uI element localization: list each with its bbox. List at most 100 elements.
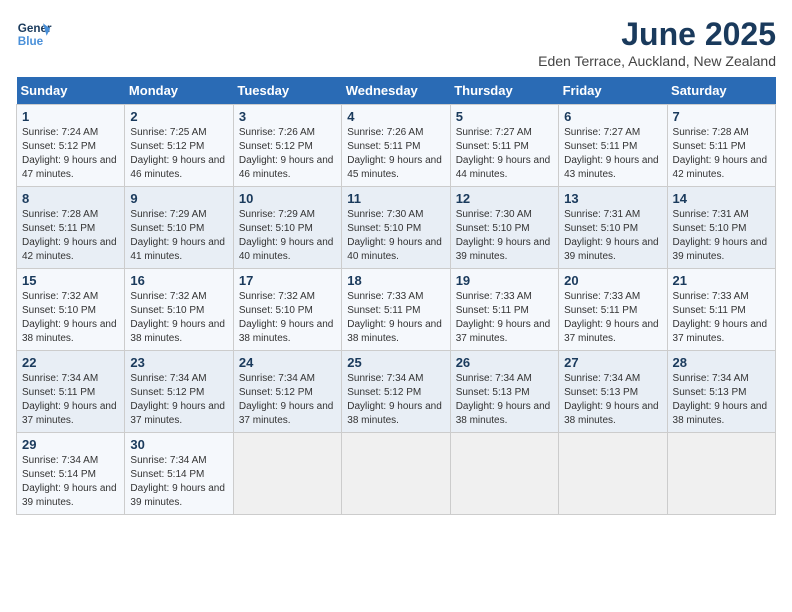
- day-sun-info: Sunrise: 7:33 AMSunset: 5:11 PMDaylight:…: [564, 290, 661, 346]
- calendar-table: SundayMondayTuesdayWednesdayThursdayFrid…: [16, 77, 776, 515]
- logo-icon: General Blue: [16, 16, 52, 52]
- day-sun-info: Sunrise: 7:34 AMSunset: 5:13 PMDaylight:…: [564, 372, 661, 428]
- calendar-day-cell: 20 Sunrise: 7:33 AMSunset: 5:11 PMDayligh…: [559, 269, 667, 351]
- day-sun-info: Sunrise: 7:33 AMSunset: 5:11 PMDaylight:…: [456, 290, 553, 346]
- day-number: 9: [130, 191, 227, 206]
- day-number: 29: [22, 437, 119, 452]
- calendar-day-cell: 19 Sunrise: 7:33 AMSunset: 5:11 PMDayligh…: [450, 269, 558, 351]
- day-number: 4: [347, 109, 444, 124]
- day-sun-info: Sunrise: 7:27 AMSunset: 5:11 PMDaylight:…: [456, 126, 553, 182]
- day-number: 1: [22, 109, 119, 124]
- calendar-week-row: 15 Sunrise: 7:32 AMSunset: 5:10 PMDayligh…: [17, 269, 776, 351]
- month-year-title: June 2025: [538, 16, 776, 53]
- day-sun-info: Sunrise: 7:34 AMSunset: 5:13 PMDaylight:…: [673, 372, 770, 428]
- calendar-day-cell: 30 Sunrise: 7:34 AMSunset: 5:14 PMDayligh…: [125, 433, 233, 515]
- day-sun-info: Sunrise: 7:27 AMSunset: 5:11 PMDaylight:…: [564, 126, 661, 182]
- svg-text:Blue: Blue: [18, 35, 44, 48]
- calendar-day-cell: 21 Sunrise: 7:33 AMSunset: 5:11 PMDayligh…: [667, 269, 775, 351]
- day-number: 27: [564, 355, 661, 370]
- day-number: 21: [673, 273, 770, 288]
- location-subtitle: Eden Terrace, Auckland, New Zealand: [538, 53, 776, 69]
- calendar-day-cell: [667, 433, 775, 515]
- day-number: 30: [130, 437, 227, 452]
- calendar-day-cell: 22Sunrise: 7:34 AMSunset: 5:11 PMDayligh…: [17, 351, 125, 433]
- calendar-day-cell: 11 Sunrise: 7:30 AMSunset: 5:10 PMDayligh…: [342, 187, 450, 269]
- day-number: 2: [130, 109, 227, 124]
- calendar-day-cell: 15 Sunrise: 7:32 AMSunset: 5:10 PMDayligh…: [17, 269, 125, 351]
- day-number: 13: [564, 191, 661, 206]
- calendar-day-cell: 5Sunrise: 7:27 AMSunset: 5:11 PMDaylight…: [450, 105, 558, 187]
- calendar-day-cell: 8 Sunrise: 7:28 AMSunset: 5:11 PMDaylight…: [17, 187, 125, 269]
- calendar-day-cell: 24Sunrise: 7:34 AMSunset: 5:12 PMDayligh…: [233, 351, 341, 433]
- day-number: 22: [22, 355, 119, 370]
- day-number: 15: [22, 273, 119, 288]
- day-number: 17: [239, 273, 336, 288]
- calendar-day-cell: 25Sunrise: 7:34 AMSunset: 5:12 PMDayligh…: [342, 351, 450, 433]
- calendar-day-cell: 7 Sunrise: 7:28 AMSunset: 5:11 PMDaylight…: [667, 105, 775, 187]
- day-sun-info: Sunrise: 7:32 AMSunset: 5:10 PMDaylight:…: [22, 290, 119, 346]
- day-sun-info: Sunrise: 7:31 AMSunset: 5:10 PMDaylight:…: [673, 208, 770, 264]
- day-number: 14: [673, 191, 770, 206]
- calendar-day-cell: 29 Sunrise: 7:34 AMSunset: 5:14 PMDayligh…: [17, 433, 125, 515]
- day-sun-info: Sunrise: 7:26 AMSunset: 5:12 PMDaylight:…: [239, 126, 336, 182]
- day-sun-info: Sunrise: 7:31 AMSunset: 5:10 PMDaylight:…: [564, 208, 661, 264]
- calendar-day-cell: 14 Sunrise: 7:31 AMSunset: 5:10 PMDayligh…: [667, 187, 775, 269]
- day-number: 6: [564, 109, 661, 124]
- day-number: 19: [456, 273, 553, 288]
- day-sun-info: Sunrise: 7:33 AMSunset: 5:11 PMDaylight:…: [673, 290, 770, 346]
- day-sun-info: Sunrise: 7:34 AMSunset: 5:14 PMDaylight:…: [130, 454, 227, 510]
- calendar-day-cell: [450, 433, 558, 515]
- calendar-day-cell: 6 Sunrise: 7:27 AMSunset: 5:11 PMDaylight…: [559, 105, 667, 187]
- day-sun-info: Sunrise: 7:26 AMSunset: 5:11 PMDaylight:…: [347, 126, 444, 182]
- day-sun-info: Sunrise: 7:29 AMSunset: 5:10 PMDaylight:…: [239, 208, 336, 264]
- day-number: 3: [239, 109, 336, 124]
- day-number: 25: [347, 355, 444, 370]
- calendar-day-cell: 1 Sunrise: 7:24 AMSunset: 5:12 PMDaylight…: [17, 105, 125, 187]
- day-number: 18: [347, 273, 444, 288]
- weekday-header-friday: Friday: [559, 77, 667, 105]
- day-sun-info: Sunrise: 7:34 AMSunset: 5:13 PMDaylight:…: [456, 372, 553, 428]
- day-sun-info: Sunrise: 7:28 AMSunset: 5:11 PMDaylight:…: [673, 126, 770, 182]
- calendar-day-cell: 13 Sunrise: 7:31 AMSunset: 5:10 PMDayligh…: [559, 187, 667, 269]
- weekday-header-row: SundayMondayTuesdayWednesdayThursdayFrid…: [17, 77, 776, 105]
- weekday-header-wednesday: Wednesday: [342, 77, 450, 105]
- day-sun-info: Sunrise: 7:30 AMSunset: 5:10 PMDaylight:…: [456, 208, 553, 264]
- day-number: 24: [239, 355, 336, 370]
- calendar-week-row: 8 Sunrise: 7:28 AMSunset: 5:11 PMDaylight…: [17, 187, 776, 269]
- day-number: 8: [22, 191, 119, 206]
- header: General Blue June 2025 Eden Terrace, Auc…: [16, 16, 776, 69]
- calendar-day-cell: 3 Sunrise: 7:26 AMSunset: 5:12 PMDaylight…: [233, 105, 341, 187]
- day-number: 11: [347, 191, 444, 206]
- weekday-header-tuesday: Tuesday: [233, 77, 341, 105]
- calendar-day-cell: [559, 433, 667, 515]
- day-number: 28: [673, 355, 770, 370]
- calendar-day-cell: 23Sunrise: 7:34 AMSunset: 5:12 PMDayligh…: [125, 351, 233, 433]
- title-area: June 2025 Eden Terrace, Auckland, New Ze…: [538, 16, 776, 69]
- calendar-week-row: 1 Sunrise: 7:24 AMSunset: 5:12 PMDaylight…: [17, 105, 776, 187]
- calendar-day-cell: [342, 433, 450, 515]
- day-sun-info: Sunrise: 7:32 AMSunset: 5:10 PMDaylight:…: [130, 290, 227, 346]
- day-number: 20: [564, 273, 661, 288]
- day-sun-info: Sunrise: 7:34 AMSunset: 5:12 PMDaylight:…: [130, 372, 227, 428]
- calendar-day-cell: 9 Sunrise: 7:29 AMSunset: 5:10 PMDaylight…: [125, 187, 233, 269]
- weekday-header-monday: Monday: [125, 77, 233, 105]
- calendar-day-cell: 26 Sunrise: 7:34 AMSunset: 5:13 PMDayligh…: [450, 351, 558, 433]
- calendar-day-cell: 4 Sunrise: 7:26 AMSunset: 5:11 PMDaylight…: [342, 105, 450, 187]
- day-number: 26: [456, 355, 553, 370]
- day-sun-info: Sunrise: 7:25 AMSunset: 5:12 PMDaylight:…: [130, 126, 227, 182]
- day-sun-info: Sunrise: 7:34 AMSunset: 5:14 PMDaylight:…: [22, 454, 119, 510]
- calendar-day-cell: 27 Sunrise: 7:34 AMSunset: 5:13 PMDayligh…: [559, 351, 667, 433]
- day-number: 7: [673, 109, 770, 124]
- day-sun-info: Sunrise: 7:24 AMSunset: 5:12 PMDaylight:…: [22, 126, 119, 182]
- calendar-day-cell: 2 Sunrise: 7:25 AMSunset: 5:12 PMDaylight…: [125, 105, 233, 187]
- calendar-day-cell: 18Sunrise: 7:33 AMSunset: 5:11 PMDayligh…: [342, 269, 450, 351]
- calendar-day-cell: 16Sunrise: 7:32 AMSunset: 5:10 PMDayligh…: [125, 269, 233, 351]
- day-sun-info: Sunrise: 7:29 AMSunset: 5:10 PMDaylight:…: [130, 208, 227, 264]
- calendar-day-cell: [233, 433, 341, 515]
- weekday-header-thursday: Thursday: [450, 77, 558, 105]
- calendar-week-row: 22Sunrise: 7:34 AMSunset: 5:11 PMDayligh…: [17, 351, 776, 433]
- calendar-week-row: 29 Sunrise: 7:34 AMSunset: 5:14 PMDayligh…: [17, 433, 776, 515]
- day-sun-info: Sunrise: 7:30 AMSunset: 5:10 PMDaylight:…: [347, 208, 444, 264]
- day-sun-info: Sunrise: 7:28 AMSunset: 5:11 PMDaylight:…: [22, 208, 119, 264]
- calendar-day-cell: 12Sunrise: 7:30 AMSunset: 5:10 PMDayligh…: [450, 187, 558, 269]
